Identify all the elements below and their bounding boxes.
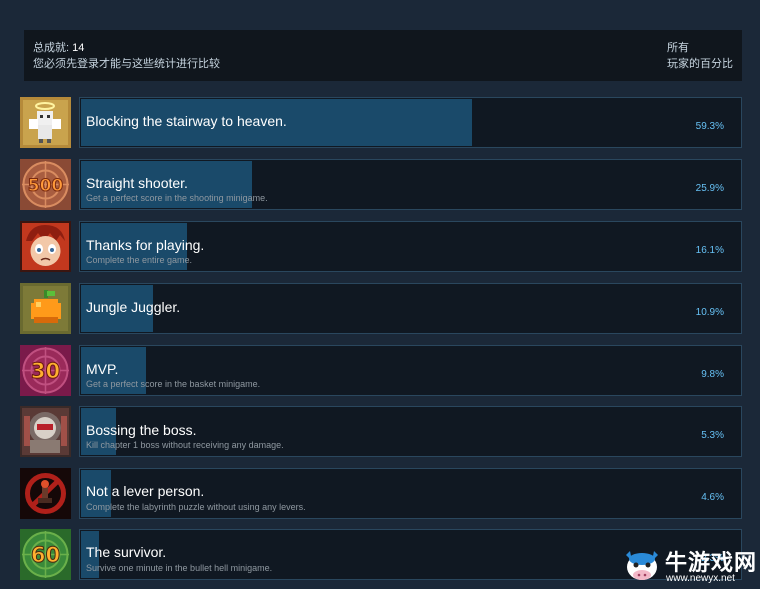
achievement-title: Not a lever person. [86,483,205,499]
orange-fruit-icon [20,283,71,334]
total-achievements-count: 14 [72,42,85,54]
achievement-description: Get a perfect score in the basket miniga… [86,379,261,389]
achievement-title: Thanks for playing. [86,237,205,253]
achievement-title: Bossing the boss. [86,422,197,438]
achievement-row: Not a lever person. Complete the labyrin… [20,468,742,519]
achievement-row: Blocking the stairway to heaven. 59.3% [20,97,742,148]
achievement-panel: Thanks for playing. Complete the entire … [79,221,742,272]
achievement-percent: 5.3% [701,430,724,441]
site-watermark: 牛游戏网 www.newyx.net [620,545,760,589]
achievement-panel: Jungle Juggler. 10.9% [79,283,742,334]
svg-text:30: 30 [31,359,60,383]
svg-text:60: 60 [31,543,60,567]
achievement-percent: 10.9% [695,307,724,318]
500-target-icon: 500 [20,159,71,210]
achievement-description: Complete the labyrinth puzzle without us… [86,502,306,512]
achievement-panel: Blocking the stairway to heaven. 59.3% [79,97,742,148]
summary-left: 总成就: 14 您必须先登录才能与这些统计进行比较 [33,40,220,72]
achievement-title: Jungle Juggler. [86,299,181,315]
angel-pixel-icon [20,97,71,148]
red-hair-face-icon [20,221,71,272]
achievement-row: Bossing the boss. Kill chapter 1 boss wi… [20,406,742,457]
achievement-percent: 9.8% [701,369,724,380]
30-target-icon: 30 [20,345,71,396]
achievement-panel: Not a lever person. Complete the labyrin… [79,468,742,519]
achievement-panel: Bossing the boss. Kill chapter 1 boss wi… [79,406,742,457]
achievement-title: Blocking the stairway to heaven. [86,113,287,129]
achievement-panel: MVP. Get a perfect score in the basket m… [79,345,742,396]
achievement-title: Straight shooter. [86,175,188,191]
percent-header-line1: 所有 [667,42,689,54]
achievement-row: Thanks for playing. Complete the entire … [20,221,742,272]
total-achievements-line: 总成就: 14 [33,40,220,56]
percent-column-header: 所有 玩家的百分比 [667,40,733,72]
60-clock-icon: 60 [20,529,71,580]
achievement-description: Survive one minute in the bullet hell mi… [86,563,273,573]
achievement-row: Jungle Juggler. 10.9% [20,283,742,334]
stats-summary: 总成就: 14 您必须先登录才能与这些统计进行比较 所有 玩家的百分比 [24,30,742,81]
achievement-percent: 16.1% [695,245,724,256]
total-achievements-label: 总成就: [33,42,70,54]
percent-header-line2: 玩家的百分比 [667,58,733,70]
achievement-panel: Straight shooter. Get a perfect score in… [79,159,742,210]
achievement-percent: 59.3% [695,121,724,132]
cow-logo-icon [626,551,658,580]
svg-text:500: 500 [28,176,64,196]
top-bar [0,0,760,22]
achievement-title: The survivor. [86,544,167,560]
robot-boss-icon [20,406,71,457]
achievement-percent: 4.6% [701,492,724,503]
achievement-title: MVP. [86,361,119,377]
no-lever-icon [20,468,71,519]
achievement-row: 500 Straight shooter. Get a perfect scor… [20,159,742,210]
login-note: 您必须先登录才能与这些统计进行比较 [33,58,220,70]
achievement-description: Get a perfect score in the shooting mini… [86,193,268,203]
achievement-row: 30 MVP. Get a perfect score in the baske… [20,345,742,396]
achievement-description: Kill chapter 1 boss without receiving an… [86,440,284,450]
achievement-description: Complete the entire game. [86,255,193,265]
watermark-url: www.newyx.net [666,573,735,584]
achievement-percent: 25.9% [695,183,724,194]
